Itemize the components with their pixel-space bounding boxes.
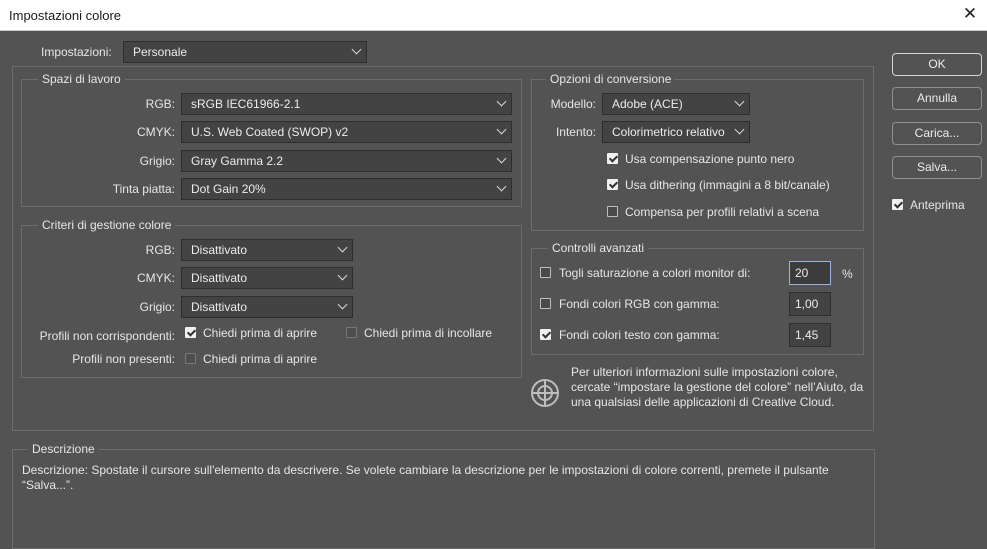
missing-open-label: Chiedi prima di aprire	[203, 352, 318, 366]
ws-rgb-select[interactable]: sRGB IEC61966-2.1	[181, 93, 512, 115]
working-spaces-legend: Spazi di lavoro	[38, 72, 125, 86]
settings-label: Impostazioni:	[41, 45, 112, 59]
scene-checkbox[interactable]	[607, 206, 618, 217]
blend-rgb-checkbox[interactable]	[540, 298, 551, 309]
chevron-down-icon	[734, 124, 745, 135]
policy-rgb-select[interactable]: Disattivato	[181, 239, 353, 261]
missing-open-checkbox	[185, 353, 196, 364]
policy-rgb-value: Disattivato	[191, 243, 248, 257]
policy-gray-select[interactable]: Disattivato	[181, 296, 353, 318]
engine-value: Adobe (ACE)	[612, 97, 683, 111]
preview-checkbox[interactable]	[892, 199, 903, 210]
chevron-down-icon	[337, 242, 348, 253]
desaturate-checkbox[interactable]	[540, 267, 551, 278]
ok-button[interactable]: OK	[892, 53, 982, 76]
blend-rgb-input[interactable]: 1,00	[789, 292, 831, 316]
conversion-legend: Opzioni di conversione	[546, 72, 676, 86]
chevron-down-icon	[496, 96, 507, 107]
settings-value: Personale	[133, 45, 188, 59]
chevron-down-icon	[496, 153, 507, 164]
blend-text-checkbox[interactable]	[540, 329, 551, 340]
ws-spot-value: Dot Gain 20%	[191, 182, 266, 196]
chevron-down-icon	[337, 270, 348, 281]
color-wheel-icon	[530, 378, 560, 408]
mismatch-open-label: Chiedi prima di aprire	[203, 326, 318, 340]
intent-label: Intento:	[555, 125, 596, 139]
engine-label: Modello:	[550, 97, 596, 111]
advanced-legend: Controlli avanzati	[548, 241, 649, 255]
dither-label: Usa dithering (immagini a 8 bit/canale)	[625, 178, 830, 192]
close-icon[interactable]: ✕	[961, 5, 979, 23]
ws-cmyk-select[interactable]: U.S. Web Coated (SWOP) v2	[181, 121, 512, 143]
policy-gray-value: Disattivato	[191, 300, 248, 314]
dither-checkbox[interactable]	[607, 179, 618, 190]
preview-label: Anteprima	[910, 198, 965, 212]
bpc-checkbox[interactable]	[607, 153, 618, 164]
policy-rgb-label: RGB:	[145, 243, 175, 257]
save-button[interactable]: Salva...	[892, 156, 982, 179]
desaturate-unit: %	[842, 267, 853, 281]
intent-value: Colorimetrico relativo	[612, 125, 725, 139]
description-text: Descrizione: Spostate il cursore sull'el…	[22, 463, 829, 492]
intent-select[interactable]: Colorimetrico relativo	[602, 121, 750, 143]
ws-gray-label: Grigio:	[139, 154, 175, 168]
ws-rgb-label: RGB:	[145, 97, 175, 111]
policy-cmyk-value: Disattivato	[191, 271, 248, 285]
bpc-label: Usa compensazione punto nero	[625, 152, 795, 166]
window-title: Impostazioni colore	[9, 8, 121, 23]
blend-text-label: Fondi colori testo con gamma:	[559, 328, 720, 342]
mismatch-open-checkbox[interactable]	[185, 327, 196, 338]
title-bar: Impostazioni colore ✕	[0, 0, 987, 31]
mismatch-label: Profili non corrispondenti:	[39, 329, 175, 343]
ws-rgb-value: sRGB IEC61966-2.1	[191, 97, 301, 111]
ws-spot-select[interactable]: Dot Gain 20%	[181, 178, 512, 200]
mismatch-paste-checkbox	[346, 327, 357, 338]
desaturate-label: Togli saturazione a colori monitor di:	[559, 266, 751, 280]
settings-select[interactable]: Personale	[123, 41, 367, 63]
ws-gray-value: Gray Gamma 2.2	[191, 154, 284, 168]
policies-legend: Criteri di gestione colore	[38, 218, 176, 232]
missing-label: Profili non presenti:	[72, 352, 175, 366]
scene-label: Compensa per profili relativi a scena	[625, 205, 820, 219]
policy-cmyk-select[interactable]: Disattivato	[181, 267, 353, 289]
blend-text-input[interactable]: 1,45	[789, 323, 831, 347]
mismatch-paste-label: Chiedi prima di incollare	[364, 326, 493, 340]
info-text: Per ulteriori informazioni sulle imposta…	[571, 365, 864, 409]
engine-select[interactable]: Adobe (ACE)	[602, 93, 750, 115]
chevron-down-icon	[734, 96, 745, 107]
ws-cmyk-label: CMYK:	[136, 125, 175, 139]
ws-cmyk-value: U.S. Web Coated (SWOP) v2	[191, 125, 349, 139]
ws-gray-select[interactable]: Gray Gamma 2.2	[181, 150, 512, 172]
description-legend: Descrizione	[28, 442, 99, 456]
blend-rgb-label: Fondi colori RGB con gamma:	[559, 297, 720, 311]
chevron-down-icon	[351, 44, 362, 55]
ws-spot-label: Tinta piatta:	[112, 182, 175, 196]
policy-cmyk-label: CMYK:	[136, 271, 175, 285]
chevron-down-icon	[496, 124, 507, 135]
chevron-down-icon	[337, 299, 348, 310]
chevron-down-icon	[496, 181, 507, 192]
policy-gray-label: Grigio:	[139, 300, 175, 314]
load-button[interactable]: Carica...	[892, 122, 982, 145]
desaturate-input[interactable]: 20	[789, 261, 831, 285]
cancel-button[interactable]: Annulla	[892, 87, 982, 110]
